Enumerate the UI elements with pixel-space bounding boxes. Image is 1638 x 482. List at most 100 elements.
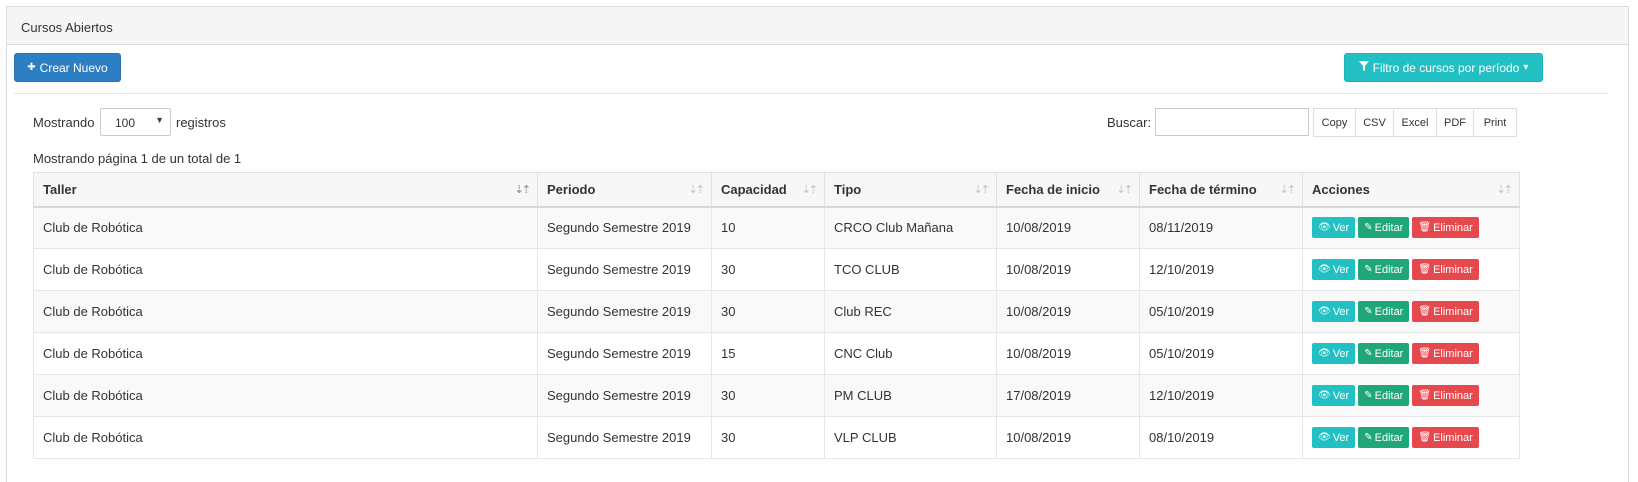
copy-button[interactable]: Copy	[1313, 108, 1356, 137]
edit-label: Editar	[1374, 431, 1404, 444]
view-button[interactable]: 👁 Ver	[1312, 385, 1356, 406]
delete-button[interactable]: 🗑 Eliminar	[1412, 259, 1479, 280]
cell-fecha-termino: 12/10/2019	[1139, 248, 1303, 291]
cell-capacidad: 30	[711, 374, 825, 417]
col-label: Acciones	[1312, 181, 1370, 197]
page-length-value: 100	[115, 116, 136, 130]
edit-button[interactable]: ✎ Editar	[1358, 427, 1410, 448]
view-label: Ver	[1332, 389, 1350, 402]
trash-icon: 🗑	[1418, 222, 1432, 234]
sort-asc-icon: ⇣⇡	[514, 184, 532, 196]
period-filter-button[interactable]: Filtro de cursos por período ▾	[1344, 53, 1543, 82]
search-input[interactable]	[1155, 108, 1309, 136]
col-header-fecha-inicio[interactable]: Fecha de inicio ⇣⇡	[996, 172, 1140, 208]
eye-icon: 👁	[1318, 306, 1331, 317]
courses-table: Taller ⇣⇡ Periodo ⇣⇡ Capacidad ⇣⇡ Tipo ⇣⇡ Fe…	[33, 172, 1520, 459]
cell-periodo: Segundo Semestre 2019	[537, 248, 712, 291]
cell-capacidad: 15	[711, 332, 825, 375]
edit-button[interactable]: ✎ Editar	[1358, 259, 1410, 280]
delete-button[interactable]: 🗑 Eliminar	[1412, 217, 1479, 239]
trash-icon: 🗑	[1418, 432, 1432, 443]
table-header-row: Taller ⇣⇡ Periodo ⇣⇡ Capacidad ⇣⇡ Tipo ⇣⇡ Fe…	[33, 172, 1520, 208]
edit-label: Editar	[1374, 263, 1404, 276]
cell-tipo: TCO CLUB	[824, 248, 997, 291]
cell-periodo: Segundo Semestre 2019	[537, 332, 712, 375]
delete-button[interactable]: 🗑 Eliminar	[1412, 427, 1479, 448]
table-row: Club de Robótica Segundo Semestre 2019 30 T…	[33, 248, 1520, 291]
csv-button[interactable]: CSV	[1355, 108, 1394, 137]
col-label: Tipo	[834, 181, 862, 197]
view-button[interactable]: 👁 Ver	[1312, 427, 1356, 448]
edit-button[interactable]: ✎ Editar	[1358, 343, 1410, 364]
excel-button[interactable]: Excel	[1393, 108, 1437, 137]
delete-button[interactable]: 🗑 Eliminar	[1412, 385, 1479, 406]
view-button[interactable]: 👁 Ver	[1312, 343, 1356, 364]
col-label: Capacidad	[721, 181, 787, 197]
cell-fecha-inicio: 17/08/2019	[996, 374, 1140, 417]
cell-capacidad: 30	[711, 248, 825, 291]
col-label: Fecha de término	[1149, 181, 1257, 197]
period-filter-label: Filtro de cursos por período	[1372, 60, 1520, 75]
cell-taller: Club de Robótica	[33, 416, 538, 459]
eye-icon: 👁	[1318, 348, 1331, 359]
edit-icon: ✎	[1364, 390, 1373, 401]
col-header-tipo[interactable]: Tipo ⇣⇡	[824, 172, 997, 208]
cell-capacidad: 30	[711, 416, 825, 459]
edit-button[interactable]: ✎ Editar	[1358, 301, 1410, 322]
row-actions: 👁 Ver ✎ Editar 🗑 Eliminar	[1312, 301, 1510, 322]
view-button[interactable]: 👁 Ver	[1312, 301, 1356, 322]
edit-icon: ✎	[1364, 222, 1373, 234]
cell-capacidad: 30	[711, 290, 825, 333]
view-label: Ver	[1332, 431, 1350, 444]
col-label: Periodo	[547, 181, 596, 197]
col-header-taller[interactable]: Taller ⇣⇡	[33, 172, 538, 208]
table-row: Club de Robótica Segundo Semestre 2019 10 C…	[33, 206, 1520, 249]
cell-acciones: 👁 Ver ✎ Editar 🗑 Eliminar	[1302, 332, 1520, 375]
edit-icon: ✎	[1364, 348, 1373, 359]
view-button[interactable]: 👁 Ver	[1312, 259, 1356, 280]
cell-fecha-termino: 08/11/2019	[1139, 206, 1303, 249]
print-button[interactable]: Print	[1473, 108, 1517, 137]
sort-icon: ⇣⇡	[1496, 184, 1514, 196]
cell-taller: Club de Robótica	[33, 290, 538, 333]
cell-tipo: CNC Club	[824, 332, 997, 375]
cell-fecha-inicio: 10/08/2019	[996, 206, 1140, 249]
col-header-fecha-termino[interactable]: Fecha de término ⇣⇡	[1139, 172, 1303, 208]
search-label: Buscar:	[1107, 115, 1152, 130]
edit-icon: ✎	[1364, 264, 1373, 275]
pdf-button[interactable]: PDF	[1436, 108, 1474, 137]
row-actions: 👁 Ver ✎ Editar 🗑 Eliminar	[1312, 217, 1510, 239]
delete-button[interactable]: 🗑 Eliminar	[1412, 343, 1479, 364]
cell-acciones: 👁 Ver ✎ Editar 🗑 Eliminar	[1302, 206, 1520, 249]
eye-icon: 👁	[1318, 390, 1331, 401]
create-new-button[interactable]: ✚ Crear Nuevo	[14, 53, 121, 82]
edit-label: Editar	[1374, 221, 1404, 234]
delete-button[interactable]: 🗑 Eliminar	[1412, 301, 1479, 322]
delete-label: Eliminar	[1433, 263, 1473, 276]
filter-icon	[1358, 61, 1369, 74]
cell-taller: Club de Robótica	[33, 332, 538, 375]
edit-button[interactable]: ✎ Editar	[1358, 217, 1410, 239]
delete-label: Eliminar	[1433, 347, 1473, 360]
row-actions: 👁 Ver ✎ Editar 🗑 Eliminar	[1312, 385, 1510, 406]
view-button[interactable]: 👁 Ver	[1312, 217, 1356, 239]
cell-fecha-inicio: 10/08/2019	[996, 248, 1140, 291]
export-buttons: Copy CSV Excel PDF Print	[1313, 108, 1517, 137]
cell-fecha-inicio: 10/08/2019	[996, 290, 1140, 333]
cell-fecha-termino: 05/10/2019	[1139, 290, 1303, 333]
view-label: Ver	[1332, 221, 1350, 234]
view-label: Ver	[1332, 305, 1350, 318]
col-header-capacidad[interactable]: Capacidad ⇣⇡	[711, 172, 825, 208]
cell-periodo: Segundo Semestre 2019	[537, 374, 712, 417]
edit-button[interactable]: ✎ Editar	[1358, 385, 1410, 406]
edit-icon: ✎	[1364, 432, 1373, 443]
col-header-periodo[interactable]: Periodo ⇣⇡	[537, 172, 712, 208]
page-length-select[interactable]: 100 ▼	[100, 108, 171, 136]
plus-icon: ✚	[27, 62, 36, 73]
col-header-acciones[interactable]: Acciones ⇣⇡	[1302, 172, 1520, 208]
cell-periodo: Segundo Semestre 2019	[537, 416, 712, 459]
sort-icon: ⇣⇡	[1279, 184, 1297, 196]
sort-icon: ⇣⇡	[1116, 184, 1134, 196]
delete-label: Eliminar	[1433, 221, 1473, 234]
table-row: Club de Robótica Segundo Semestre 2019 30 P…	[33, 374, 1520, 417]
